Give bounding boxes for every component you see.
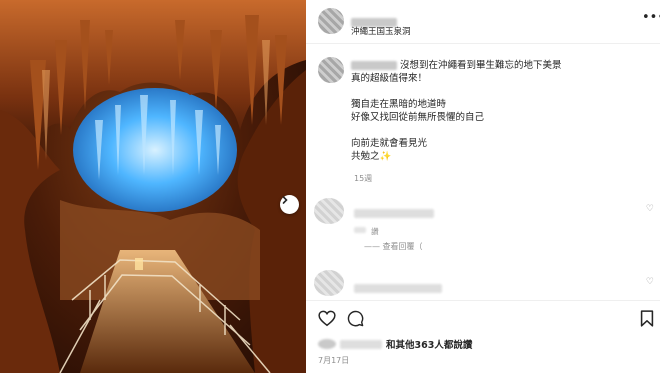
caption-line-6: 共勉之✨ bbox=[351, 151, 392, 162]
post-actions-bar bbox=[306, 300, 660, 334]
view-replies-link[interactable]: —— 查看回覆（ bbox=[364, 241, 423, 252]
author-avatar[interactable] bbox=[318, 8, 344, 34]
likes-summary[interactable]: 和其他363人都說讚 bbox=[318, 337, 472, 351]
heart-icon[interactable] bbox=[318, 310, 336, 327]
post-photo bbox=[0, 0, 306, 373]
caption-line-5: 向前走就會看見光 bbox=[351, 138, 428, 149]
likes-count-text: 和其他363人都說讚 bbox=[386, 340, 473, 351]
post-date: 7月17日 bbox=[318, 356, 350, 365]
commenter-avatar[interactable] bbox=[314, 270, 344, 296]
caption-line-2: 真的超級值得來！ bbox=[351, 73, 428, 84]
caption-username-redacted[interactable] bbox=[351, 61, 397, 70]
next-image-button[interactable] bbox=[280, 195, 299, 214]
comment-like-label[interactable]: 讚 bbox=[371, 227, 379, 236]
liker-avatar-redacted bbox=[318, 339, 336, 349]
comment-heart-icon[interactable]: ♡ bbox=[646, 277, 654, 287]
post-header: 沖繩王国玉泉洞 ••• bbox=[306, 0, 660, 44]
caption-timestamp: 15週 bbox=[354, 174, 373, 183]
caption-author-avatar[interactable] bbox=[318, 57, 344, 83]
commenter-avatar[interactable] bbox=[314, 198, 344, 224]
comment-heart-icon[interactable]: ♡ bbox=[646, 204, 654, 214]
post-details-panel: 沖繩王国玉泉洞 ••• 沒想到在沖繩看到畢生難忘的地下美景 真的超級值得來！ 獨… bbox=[306, 0, 660, 373]
comment-item: ♡ bbox=[306, 268, 660, 298]
comment-item: 讚 —— 查看回覆（ ♡ bbox=[306, 196, 660, 256]
post-caption: 沒想到在沖繩看到畢生難忘的地下美景 真的超級值得來！ 獨自走在黑暗的地道時 好像… bbox=[351, 59, 646, 163]
caption-line-1: 沒想到在沖繩看到畢生難忘的地下美景 bbox=[400, 60, 562, 71]
post-location[interactable]: 沖繩王国玉泉洞 bbox=[351, 25, 411, 37]
caption-line-3: 獨自走在黑暗的地道時 bbox=[351, 99, 447, 110]
comment-icon[interactable] bbox=[347, 310, 364, 327]
liker-username-redacted bbox=[340, 339, 382, 349]
chevron-right-icon bbox=[282, 196, 288, 204]
cave-image bbox=[0, 0, 306, 373]
comment-text-redacted bbox=[354, 278, 442, 297]
bookmark-icon[interactable] bbox=[640, 310, 654, 327]
more-options-icon[interactable]: ••• bbox=[642, 10, 660, 25]
caption-line-4: 好像又找回從前無所畏懼的自己 bbox=[351, 112, 485, 123]
